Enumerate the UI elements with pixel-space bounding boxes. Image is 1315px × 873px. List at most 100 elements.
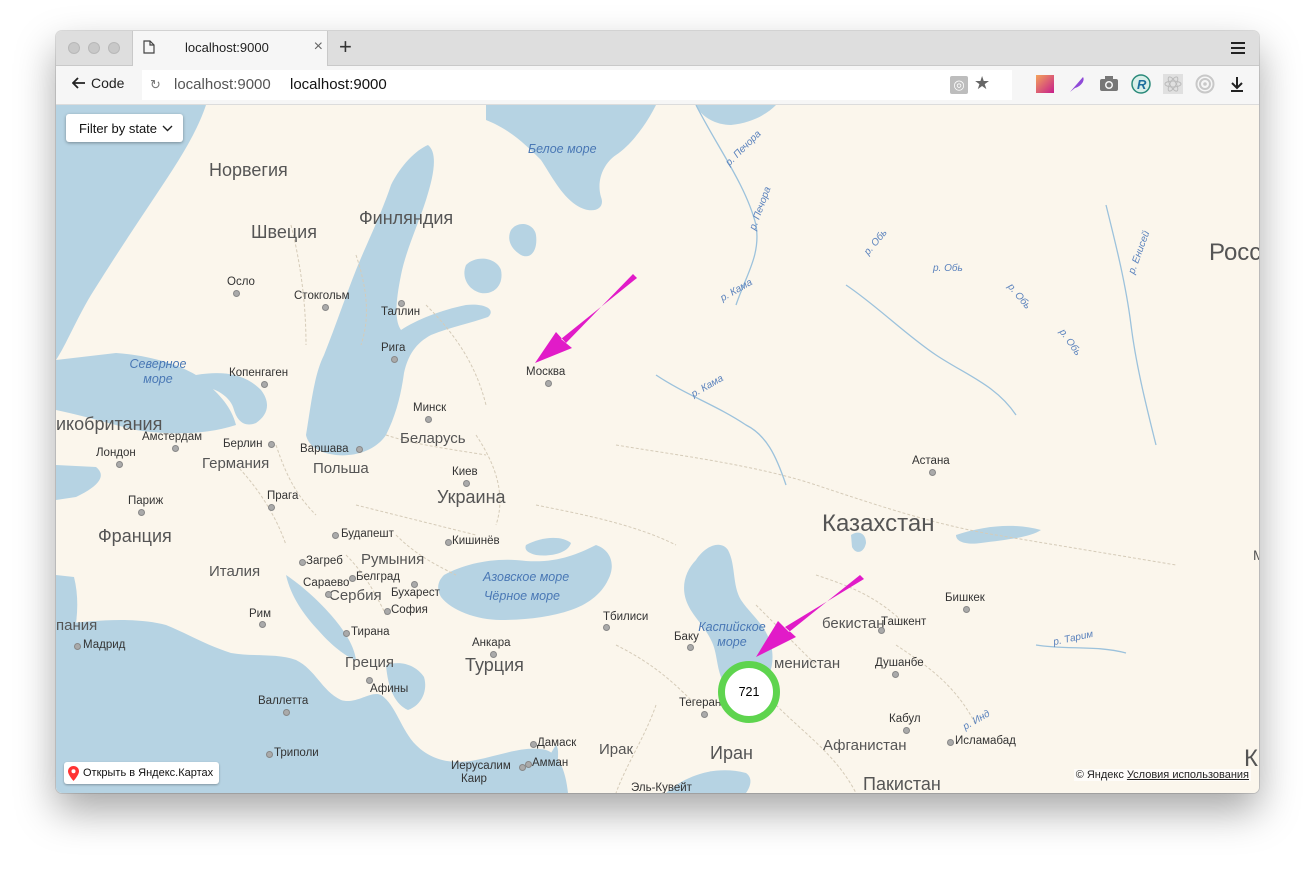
city-label: Белград <box>356 571 400 583</box>
r-logo-icon[interactable]: R <box>1131 74 1151 94</box>
new-tab-button[interactable]: + <box>339 34 352 60</box>
tab-localhost[interactable]: localhost:9000 × <box>132 31 328 66</box>
city-label: Варшава <box>300 443 349 455</box>
target-icon[interactable] <box>1195 74 1215 94</box>
filter-label: Filter by state <box>79 120 158 136</box>
city-label: Киев <box>452 466 478 478</box>
country-label: Франция <box>98 526 172 546</box>
city-dot <box>261 381 268 388</box>
color-palette-icon[interactable] <box>1035 74 1055 94</box>
map-canvas[interactable]: Норвегия Швеция Финляндия икобритания Ге… <box>56 105 1259 793</box>
city-dot <box>322 304 329 311</box>
download-icon[interactable] <box>1227 74 1247 94</box>
cluster-marker[interactable]: 721 <box>718 661 780 723</box>
country-label: Греция <box>345 654 395 671</box>
city-label: Тегеран <box>679 697 722 709</box>
zoom-window-button[interactable] <box>108 42 120 54</box>
city-label: Эль-Кувейт <box>631 782 692 793</box>
city-dot <box>268 441 275 448</box>
minimize-window-button[interactable] <box>88 42 100 54</box>
country-label: Финляндия <box>359 208 454 228</box>
bookmark-star-icon[interactable]: ★ <box>974 73 990 94</box>
country-label: Украина <box>437 487 506 507</box>
terms-of-use-link[interactable]: Условия использования <box>1127 769 1249 781</box>
address-bar[interactable]: ↻ localhost:9000 localhost:9000 ◎ ★ <box>142 70 1012 100</box>
country-label: Турция <box>465 655 524 675</box>
feather-pen-icon[interactable] <box>1067 74 1087 94</box>
city-label: Тбилиси <box>603 611 649 623</box>
city-label: Таллин <box>381 306 421 318</box>
city-label: Рига <box>381 342 406 354</box>
city-dot <box>266 751 273 758</box>
country-label: Норвегия <box>209 160 288 180</box>
country-label: Ирак <box>599 741 634 758</box>
city-label: Мадрид <box>83 639 126 651</box>
reload-icon[interactable]: ↻ <box>150 77 161 93</box>
city-dot <box>384 608 391 615</box>
hamburger-menu-icon[interactable] <box>1231 41 1245 59</box>
city-label: Афины <box>370 683 409 695</box>
map-pin-icon <box>68 765 79 781</box>
water-label: Каспийское море <box>698 620 766 649</box>
map-copyright: © Яндекс Условия использования <box>1073 769 1251 781</box>
city-dot <box>903 727 910 734</box>
city-label: София <box>391 604 428 616</box>
country-label: Польша <box>313 460 369 477</box>
city-label: Баку <box>674 631 699 643</box>
city-dot <box>445 539 452 546</box>
svg-text:R: R <box>1137 77 1147 92</box>
water-label: Чёрное море <box>484 589 561 603</box>
city-dot <box>138 509 145 516</box>
globe-icon[interactable]: ◎ <box>950 76 968 94</box>
city-label: Тирана <box>351 626 390 638</box>
page-icon <box>143 40 155 59</box>
city-label: Бишкек <box>945 592 985 604</box>
city-dot <box>268 504 275 511</box>
browser-toolbar: Code ↻ localhost:9000 localhost:9000 ◎ ★… <box>56 66 1259 105</box>
city-dot <box>525 761 532 768</box>
city-label: Рим <box>249 608 272 620</box>
back-button[interactable]: Code <box>72 75 124 91</box>
city-dot <box>172 445 179 452</box>
country-label: Росс <box>1209 239 1259 266</box>
city-label: Берлин <box>223 438 263 450</box>
country-label: Иран <box>710 743 753 763</box>
city-label: Минск <box>413 402 447 414</box>
city-label: Париж <box>128 495 164 507</box>
city-dot <box>233 290 240 297</box>
river-label: р. Обь <box>933 263 963 274</box>
back-label: Code <box>91 75 125 91</box>
city-label: Будапешт <box>341 528 394 540</box>
city-label: Астана <box>912 455 950 467</box>
filter-by-state-dropdown[interactable]: Filter by state <box>66 114 184 142</box>
copyright-text: © Яндекс <box>1075 769 1124 781</box>
city-dot <box>343 630 350 637</box>
city-dot <box>490 651 497 658</box>
city-label: Прага <box>267 490 299 502</box>
url-text: localhost:9000 <box>290 76 387 93</box>
city-dot <box>530 741 537 748</box>
country-label: Беларусь <box>400 430 466 447</box>
tab-bar: localhost:9000 × + <box>56 31 1259 66</box>
close-tab-icon[interactable]: × <box>314 38 323 56</box>
open-in-yandex-maps-button[interactable]: Открыть в Яндекс.Картах <box>64 762 220 784</box>
close-window-button[interactable] <box>68 42 80 54</box>
url-host: localhost:9000 <box>174 76 271 93</box>
city-dot <box>283 709 290 716</box>
city-label: Исламабад <box>955 735 1016 747</box>
city-dot <box>463 480 470 487</box>
city-dot <box>603 624 610 631</box>
city-label: Москва <box>526 366 566 378</box>
city-dot <box>259 621 266 628</box>
country-label: Италия <box>209 563 261 580</box>
camera-icon[interactable] <box>1099 74 1119 94</box>
open-in-maps-label: Открыть в Яндекс.Картах <box>83 767 214 779</box>
city-dot <box>332 532 339 539</box>
city-dot <box>929 469 936 476</box>
react-devtools-icon[interactable] <box>1163 74 1183 94</box>
browser-window: localhost:9000 × + Code ↻ localhost:9000… <box>56 31 1259 793</box>
cluster-count: 721 <box>738 685 760 699</box>
city-label: Кабул <box>889 713 921 725</box>
city-dot <box>878 627 885 634</box>
water-label: Азовское море <box>483 570 570 584</box>
